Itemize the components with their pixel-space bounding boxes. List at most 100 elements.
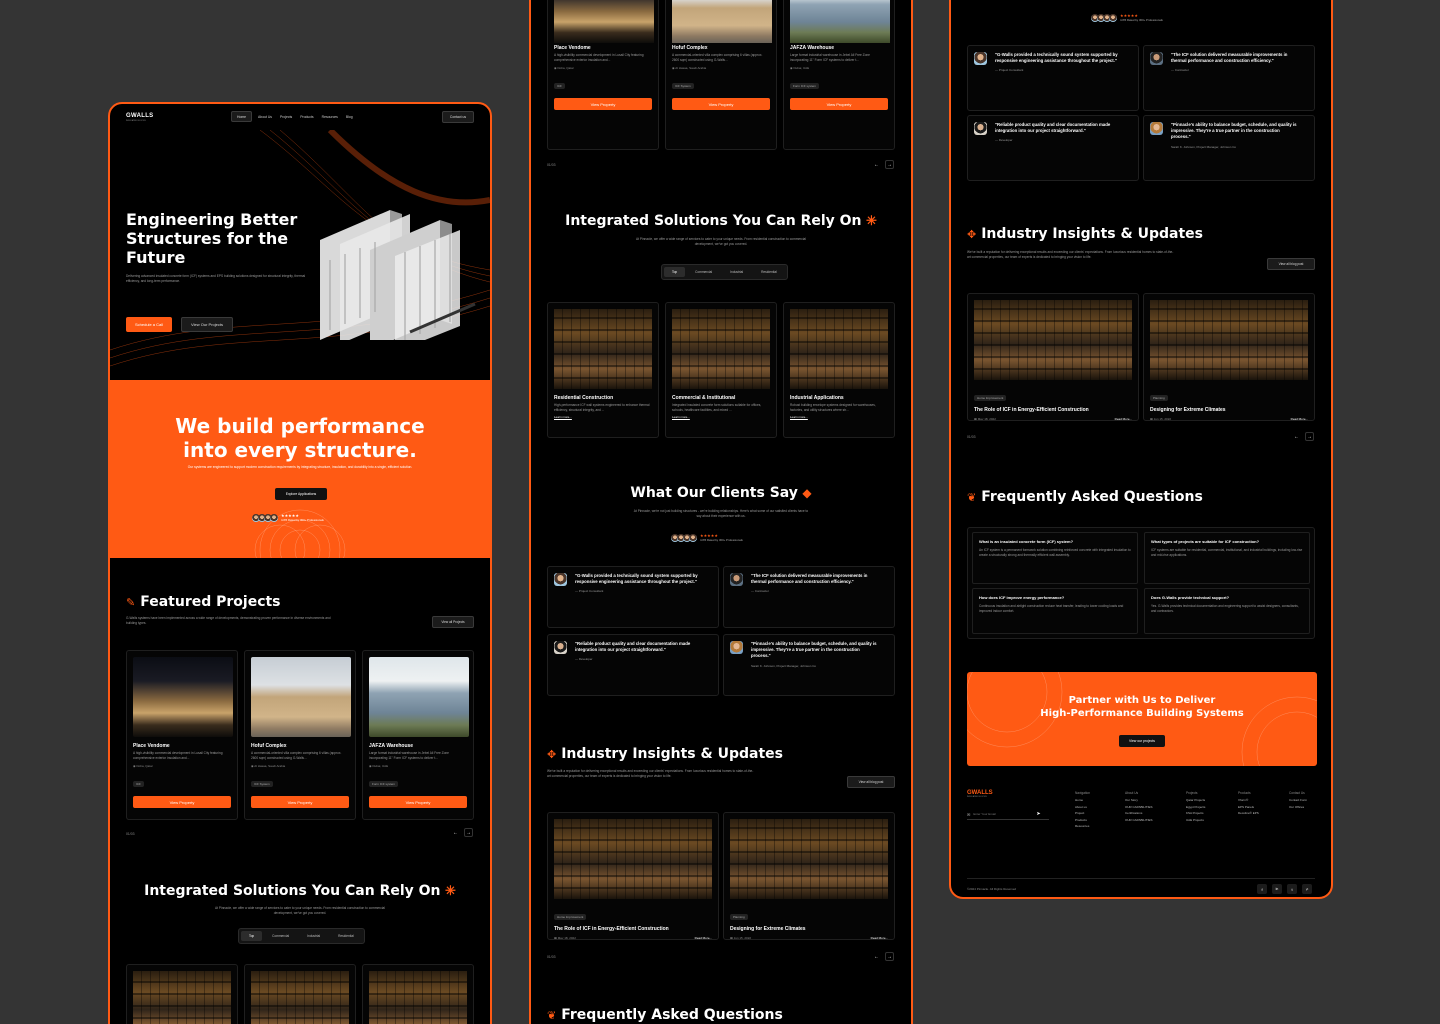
view-all-blog-button[interactable]: View all blog post bbox=[847, 776, 895, 788]
blog-card[interactable]: Planning Designing for Extreme Climates … bbox=[723, 812, 895, 940]
performance-title: We build performance into every structur… bbox=[110, 414, 490, 463]
solution-card[interactable] bbox=[126, 964, 238, 1024]
read-more-link[interactable]: Read More... bbox=[871, 936, 888, 939]
read-more-link[interactable]: Read More... bbox=[1291, 417, 1308, 420]
footer-link[interactable]: Certifications bbox=[1125, 810, 1152, 817]
learn-more-link[interactable]: Learn more... bbox=[790, 415, 888, 419]
project-tag: ICF System bbox=[672, 83, 694, 90]
project-card[interactable]: JAFZA Warehouse Large format industrial … bbox=[362, 650, 474, 820]
nav-item-about[interactable]: About Us bbox=[256, 115, 274, 119]
prev-arrow-icon[interactable]: ← bbox=[872, 952, 881, 961]
footer-link[interactable]: Project bbox=[1075, 810, 1090, 817]
tab-industrial[interactable]: Industrial bbox=[722, 267, 751, 277]
nav-item-products[interactable]: Products bbox=[298, 115, 315, 119]
prev-arrow-icon[interactable]: ← bbox=[872, 160, 881, 169]
prev-arrow-icon[interactable]: ← bbox=[1292, 432, 1301, 441]
prev-arrow-icon[interactable]: ← bbox=[451, 828, 460, 837]
newsletter-email-input[interactable] bbox=[973, 812, 1034, 816]
project-card[interactable]: Place Vendome A high-visibility commerci… bbox=[126, 650, 238, 820]
faq-item[interactable]: How does ICF improve energy performance?… bbox=[972, 588, 1138, 634]
faq-answer: Continuous insulation and airtight const… bbox=[979, 604, 1124, 613]
blog-card[interactable]: Planning Designing for Extreme Climates … bbox=[1143, 293, 1315, 421]
solution-image bbox=[369, 971, 467, 1024]
view-property-button[interactable]: View Property bbox=[133, 796, 231, 809]
youtube-icon[interactable]: yt bbox=[1302, 884, 1312, 894]
view-property-button[interactable]: View Property bbox=[790, 98, 888, 111]
next-arrow-icon[interactable]: → bbox=[885, 160, 894, 169]
footer-link[interactable]: KSA Projects bbox=[1186, 810, 1205, 817]
footer-link[interactable]: Resources bbox=[1075, 823, 1090, 830]
view-projects-button[interactable]: View Our Projects bbox=[181, 317, 233, 332]
blog-date: ▦ Jun 15, 2022 bbox=[730, 936, 752, 940]
avatar bbox=[554, 641, 567, 654]
footer-link[interactable]: About us bbox=[1075, 804, 1090, 811]
tab-commercial[interactable]: Commercial bbox=[264, 931, 297, 941]
nav-item-resources[interactable]: Resources bbox=[320, 115, 340, 119]
blog-card[interactable]: Home Improvement The Role of ICF in Ener… bbox=[967, 293, 1139, 421]
learn-more-link[interactable]: Learn more... bbox=[554, 415, 652, 419]
read-more-link[interactable]: Read More... bbox=[695, 936, 712, 939]
nav-item-projects[interactable]: Projects bbox=[278, 115, 294, 119]
project-card[interactable]: Place Vendome A high-visibility commerci… bbox=[547, 0, 659, 150]
solution-card[interactable]: Commercial & Institutional Integrated in… bbox=[665, 302, 777, 438]
blog-date-text: Jun 15, 2022 bbox=[733, 936, 752, 940]
footer-link[interactable]: Our Offices bbox=[1289, 804, 1307, 811]
tab-top[interactable]: Top bbox=[664, 267, 686, 277]
tab-commercial[interactable]: Commercial bbox=[687, 267, 720, 277]
footer-link[interactable]: Egypt Projects bbox=[1186, 804, 1205, 811]
project-card[interactable]: Hofuf Complex A commercial-oriented vill… bbox=[665, 0, 777, 150]
footer-logo[interactable]: GWALLS INSULATED BLOCKS bbox=[967, 790, 993, 798]
footer-link[interactable]: Our Story bbox=[1125, 797, 1152, 804]
blog-card[interactable]: Home Improvement The Role of ICF in Ener… bbox=[547, 812, 719, 940]
twitter-icon[interactable]: t bbox=[1287, 884, 1297, 894]
rating-avatars bbox=[671, 533, 697, 542]
read-more-link[interactable]: Read More... bbox=[1115, 417, 1132, 420]
solution-card[interactable] bbox=[244, 964, 356, 1024]
solution-card[interactable]: Industrial Applications Robust building … bbox=[783, 302, 895, 438]
facebook-icon[interactable]: f bbox=[1257, 884, 1267, 894]
tab-top[interactable]: Top bbox=[241, 931, 263, 941]
project-tag: ICF bbox=[554, 83, 565, 90]
footer-link[interactable]: Home bbox=[1075, 797, 1090, 804]
view-property-button[interactable]: View Property bbox=[554, 98, 652, 111]
next-arrow-icon[interactable]: → bbox=[464, 828, 473, 837]
footer-link[interactable]: Vform® bbox=[1238, 797, 1259, 804]
explore-applications-button[interactable]: Explore Applications bbox=[275, 488, 327, 500]
footer-link[interactable]: UAE Projects bbox=[1186, 817, 1205, 824]
view-property-button[interactable]: View Property bbox=[369, 796, 467, 809]
tab-residential[interactable]: Residential bbox=[330, 931, 362, 941]
footer-link[interactable]: OUR CAPABILITIES bbox=[1125, 804, 1152, 811]
view-all-projects-button[interactable]: View all Projects bbox=[432, 616, 474, 628]
faq-item[interactable]: What is an insulated concrete form (ICF)… bbox=[972, 532, 1138, 584]
footer-link[interactable]: Products bbox=[1075, 817, 1090, 824]
footer-link[interactable]: Qatar Projects bbox=[1186, 797, 1205, 804]
solution-card[interactable] bbox=[362, 964, 474, 1024]
contact-button[interactable]: Contact us bbox=[442, 111, 474, 123]
faq-item[interactable]: Does G-Walls provide technical support? … bbox=[1144, 588, 1310, 634]
footer-link[interactable]: EPS Panels bbox=[1238, 804, 1259, 811]
view-all-blog-button[interactable]: View all blog post bbox=[1267, 258, 1315, 270]
footer-link[interactable]: Decoline® EPS bbox=[1238, 810, 1259, 817]
nav-item-blog[interactable]: Blog bbox=[344, 115, 355, 119]
learn-more-link[interactable]: Learn more... bbox=[672, 415, 770, 419]
send-icon[interactable]: ➤ bbox=[1036, 811, 1040, 817]
view-our-projects-button[interactable]: View our projects bbox=[1119, 735, 1165, 747]
next-arrow-icon[interactable]: → bbox=[885, 952, 894, 961]
project-card[interactable]: JAFZA Warehouse Large format industrial … bbox=[783, 0, 895, 150]
view-property-button[interactable]: View Property bbox=[251, 796, 349, 809]
nav-item-home[interactable]: Home bbox=[231, 111, 253, 122]
tab-industrial[interactable]: Industrial bbox=[299, 931, 328, 941]
next-arrow-icon[interactable]: → bbox=[1305, 432, 1314, 441]
view-property-button[interactable]: View Property bbox=[672, 98, 770, 111]
linkedin-icon[interactable]: in bbox=[1272, 884, 1282, 894]
footer-link[interactable]: OUR CAPABILITIES bbox=[1125, 817, 1152, 824]
project-card[interactable]: Hofuf Complex A commercial-oriented vill… bbox=[244, 650, 356, 820]
hero-title: Engineering Better Structures for the Fu… bbox=[126, 210, 297, 268]
faq-item[interactable]: What types of projects are suitable for … bbox=[1144, 532, 1310, 584]
tab-residential[interactable]: Residential bbox=[753, 267, 785, 277]
schedule-call-button[interactable]: Schedule a Call bbox=[126, 317, 172, 332]
footer-link[interactable]: Contact Form bbox=[1289, 797, 1307, 804]
logo[interactable]: GWALLS bbox=[126, 113, 153, 119]
blog-tag: Planning bbox=[1150, 395, 1168, 401]
solution-card[interactable]: Residential Construction High-performanc… bbox=[547, 302, 659, 438]
